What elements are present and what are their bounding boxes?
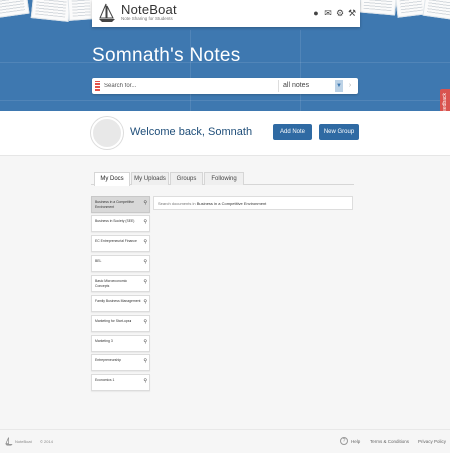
doc-item[interactable]: EC Entrepreneurial Finance ⚲ — [91, 235, 150, 252]
new-group-button[interactable]: New Group — [319, 124, 359, 140]
help-icon[interactable]: ? — [340, 437, 348, 445]
wrench-icon[interactable]: ⚒ — [347, 8, 357, 18]
doc-label: BEL — [95, 259, 102, 263]
inbox-icon[interactable]: ✉ — [323, 8, 333, 18]
sailboat-logo-icon[interactable] — [5, 437, 13, 446]
welcome-bar: Welcome back, Somnath Add Note New Group — [0, 111, 450, 156]
search-input[interactable] — [104, 78, 274, 94]
doc-label: Entrepreneurship — [95, 358, 122, 362]
doc-search-target: Business in a Competitive Environment — [196, 201, 267, 206]
search-icon[interactable]: › — [344, 80, 356, 92]
blueprint-line — [300, 30, 301, 111]
search-icon[interactable]: ⚲ — [143, 378, 147, 384]
flag-icon — [95, 81, 100, 91]
doc-tabs: My Docs My Uploads Groups Following — [91, 172, 354, 186]
hero-banner: NoteBoat Note Sharing for Students ● ✉ ⚙… — [0, 0, 450, 111]
doc-item[interactable]: BEL ⚲ — [91, 255, 150, 272]
add-note-button[interactable]: Add Note — [273, 124, 312, 140]
help-link[interactable]: Help — [351, 439, 360, 444]
doc-item[interactable]: Basic Microeconomic Concepts ⚲ — [91, 275, 150, 292]
note-sheet — [0, 0, 30, 19]
footer: NoteBoat © 2014 ? Help Terms & Condition… — [0, 429, 450, 453]
search-scope-select[interactable]: all notes — [278, 80, 334, 92]
footer-copyright: © 2014 — [40, 439, 53, 444]
user-icon[interactable]: ● — [311, 8, 321, 18]
search-icon[interactable]: ⚲ — [143, 358, 147, 364]
doc-label: Business in Society (SEE) — [95, 219, 135, 223]
doc-label: Family Business Management — [95, 299, 141, 303]
doc-label: Marketing 3 — [95, 339, 113, 343]
page-title: Somnath's Notes — [92, 45, 241, 66]
chevron-down-icon[interactable]: ▼ — [335, 80, 343, 92]
note-sheet — [422, 0, 450, 21]
doc-item[interactable]: Family Business Management ⚲ — [91, 295, 150, 312]
app-name[interactable]: NoteBoat — [121, 2, 177, 17]
search-icon[interactable]: ⚲ — [143, 339, 147, 345]
search-icon[interactable]: ⚲ — [143, 239, 147, 245]
doc-item[interactable]: Economics 1 ⚲ — [91, 374, 150, 391]
search-icon[interactable]: ⚲ — [143, 279, 147, 285]
doc-search-prefix: Search documents in — [158, 201, 196, 206]
search-bar: all notes ▼ › — [92, 78, 358, 94]
privacy-link[interactable]: Privacy Policy — [418, 439, 446, 444]
welcome-message: Welcome back, Somnath — [130, 126, 253, 138]
doc-label: Basic Microeconomic Concepts — [95, 279, 128, 288]
brand-card: NoteBoat Note Sharing for Students ● ✉ ⚙… — [92, 0, 360, 27]
gear-icon[interactable]: ⚙ — [335, 8, 345, 18]
doc-label: Economics 1 — [95, 378, 115, 382]
doc-item[interactable]: Marketing 3 ⚲ — [91, 335, 150, 352]
footer-brand[interactable]: NoteBoat — [15, 439, 32, 444]
sailboat-logo-icon[interactable] — [98, 3, 116, 23]
note-sheet — [359, 0, 397, 16]
doc-label: Business in a Competitive Environment — [95, 200, 135, 209]
search-icon[interactable]: ⚲ — [143, 219, 147, 225]
tab-my-uploads[interactable]: My Uploads — [131, 172, 169, 185]
search-icon[interactable]: ⚲ — [143, 299, 147, 305]
doc-item[interactable]: Business in Society (SEE) ⚲ — [91, 215, 150, 232]
doc-label: Marketing for Start-ups♦ — [95, 319, 132, 323]
tab-groups[interactable]: Groups — [170, 172, 203, 185]
search-icon[interactable]: ⚲ — [143, 200, 147, 206]
doc-label: EC Entrepreneurial Finance — [95, 239, 137, 243]
note-sheet — [30, 0, 72, 22]
doc-item[interactable]: Business in a Competitive Environment ⚲ — [91, 196, 150, 213]
search-icon[interactable]: ⚲ — [143, 319, 147, 325]
terms-link[interactable]: Terms & Conditions — [370, 439, 409, 444]
note-sheet — [66, 0, 96, 21]
doc-item[interactable]: Entrepreneurship ⚲ — [91, 354, 150, 371]
doc-item[interactable]: Marketing for Start-ups♦ ⚲ — [91, 315, 150, 332]
tab-following[interactable]: Following — [204, 172, 244, 185]
blueprint-line — [0, 100, 450, 101]
avatar[interactable] — [91, 117, 123, 149]
search-icon[interactable]: ⚲ — [143, 259, 147, 265]
document-search-input[interactable]: Search documents in Business in a Compet… — [153, 196, 353, 210]
tab-my-docs[interactable]: My Docs — [94, 172, 130, 186]
blueprint-line — [190, 30, 191, 111]
app-tagline: Note Sharing for Students — [121, 16, 173, 21]
